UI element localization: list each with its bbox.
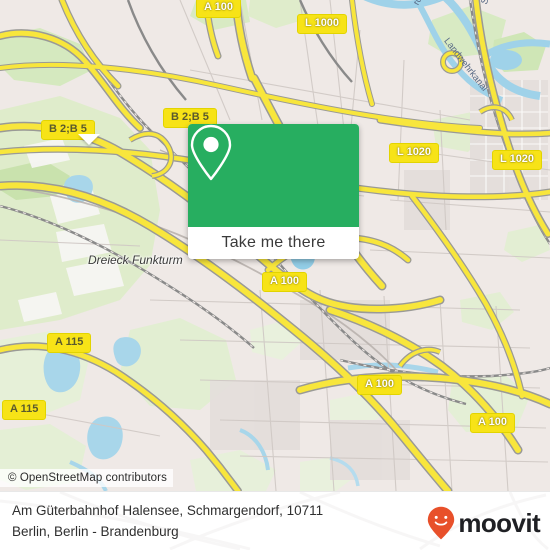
- road-shield-a100-center: A 100: [262, 272, 307, 292]
- address-line-1: Am Güterbahnhof Halensee, Schmargendorf,…: [12, 503, 324, 518]
- address-line-2: Berlin, Berlin - Brandenburg: [12, 524, 179, 539]
- road-shield-l1020-right: L 1020: [492, 150, 543, 170]
- map-popup-card[interactable]: Take me there: [188, 124, 359, 259]
- moovit-pin-smiley-icon: [428, 506, 455, 540]
- road-shield-l1000: L 1000: [297, 14, 348, 34]
- location-address: Am Güterbahnhof Halensee, Schmargendorf,…: [12, 500, 412, 542]
- road-shield-a100-southwest: A 100: [357, 375, 402, 395]
- location-pin-icon: [190, 124, 232, 181]
- map-attribution[interactable]: © OpenStreetMap contributors: [0, 469, 173, 487]
- road-shield-l1020-left: L 1020: [389, 143, 440, 163]
- footer-bar: Am Güterbahnhof Halensee, Schmargendorf,…: [0, 491, 550, 550]
- take-me-there-button[interactable]: Take me there: [188, 227, 359, 259]
- map-canvas[interactable]: Spree Landwehrkanal rd Dreieck Funkturm …: [0, 0, 550, 491]
- road-shield-a115-lower: A 115: [2, 400, 47, 420]
- map-page: Spree Landwehrkanal rd Dreieck Funkturm …: [0, 0, 550, 550]
- moovit-wordmark: moovit: [458, 508, 540, 538]
- place-label-dreieck-funkturm: Dreieck Funkturm: [88, 253, 183, 267]
- popup-image-panel: [188, 124, 359, 227]
- road-shield-a115-upper: A 115: [47, 333, 92, 353]
- road-shield-a100-north: A 100: [196, 0, 241, 18]
- moovit-brand[interactable]: moovit: [427, 506, 541, 540]
- road-shield-a100-southeast: A 100: [470, 413, 515, 433]
- popup-pointer-tail: [78, 134, 100, 145]
